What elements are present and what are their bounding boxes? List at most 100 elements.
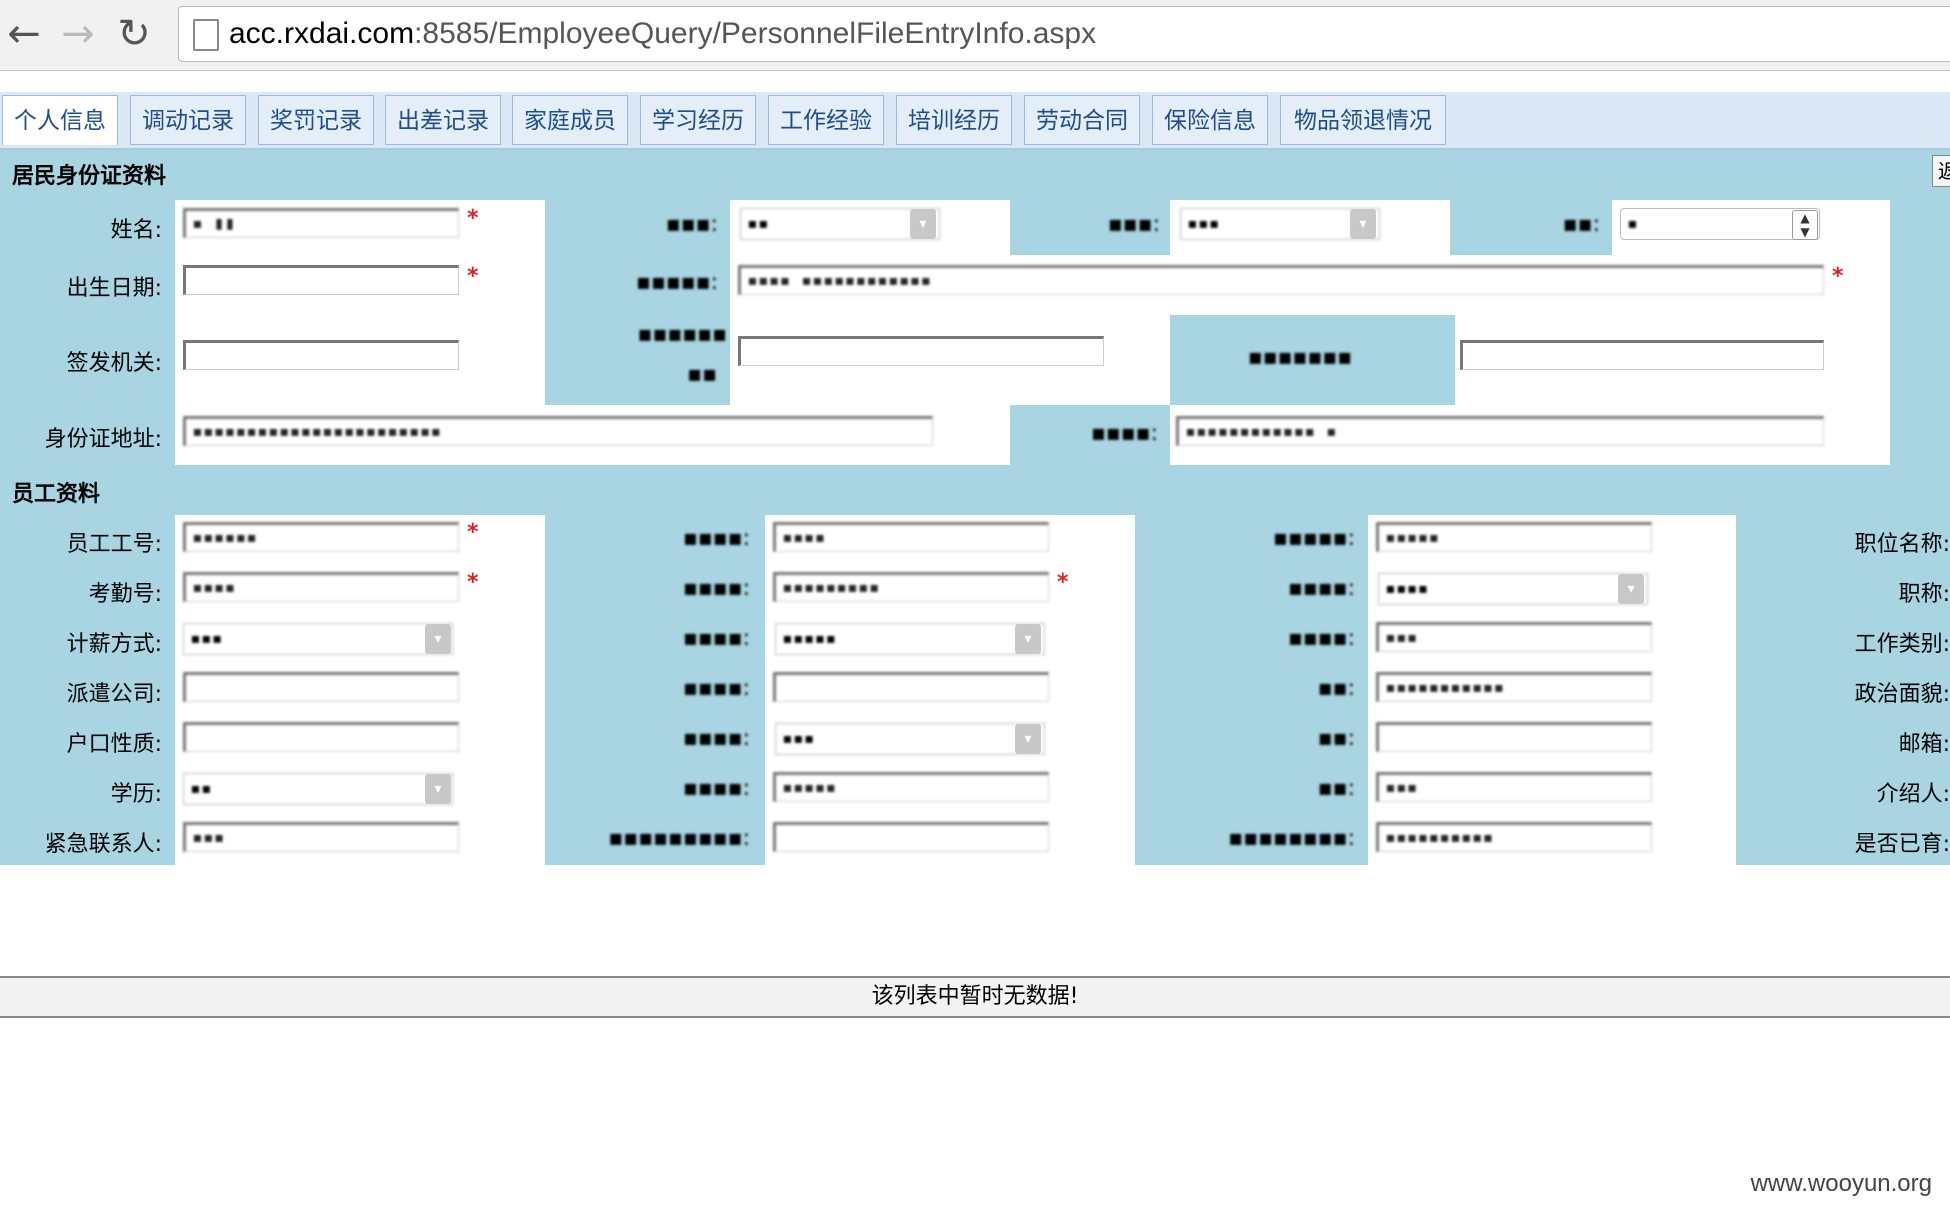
emp-far-label: 职称: — [1898, 582, 1950, 607]
emp-right-field[interactable]: ▪▪▪ — [1376, 622, 1652, 652]
tab-training[interactable]: 培训经历 — [896, 95, 1012, 145]
required-marker: * — [467, 206, 479, 231]
emp-right-select[interactable]: ▪▪▪▪ — [1378, 573, 1648, 605]
emp-left-select[interactable]: ▪▪ — [183, 773, 453, 805]
emp-far-label: 介绍人: — [1876, 782, 1950, 807]
birth-date-label: 出生日期: — [66, 276, 162, 301]
emp-right-field[interactable]: ▪▪▪▪▪▪▪▪▪▪▪ — [1376, 672, 1652, 702]
emp-right-label: ▪▪▪▪▪: — [1273, 526, 1355, 551]
emp-mid-field[interactable] — [773, 672, 1049, 702]
chevron-down-icon[interactable]: ▾ — [1618, 574, 1644, 604]
forward-arrow-icon[interactable]: → — [56, 12, 100, 56]
chevron-down-icon[interactable]: ▾ — [425, 774, 451, 804]
emp-right-field[interactable]: ▪▪▪▪▪ — [1376, 522, 1652, 552]
emp-right-field[interactable]: ▪▪▪ — [1376, 772, 1652, 802]
address-bar[interactable]: acc.rxdai.com:8585/EmployeeQuery/Personn… — [178, 6, 1950, 62]
required-marker: * — [1057, 570, 1069, 595]
tab-personal-info[interactable]: 个人信息 — [2, 95, 118, 145]
marital-select[interactable]: ▪ — [1620, 208, 1820, 240]
marital-label: ▪▪: — [1562, 212, 1600, 237]
section-title-id: 居民身份证资料 — [12, 164, 167, 189]
emp-far-label: 是否已育: — [1854, 832, 1950, 857]
emp-right-label: ▪▪▪▪: — [1287, 626, 1355, 651]
up-down-icon[interactable]: ▲ ▼ — [1792, 210, 1818, 240]
emp-far-label: 政治面貌: — [1854, 682, 1950, 707]
emp-mid-select[interactable]: ▪▪▪ — [775, 723, 1045, 755]
chevron-down-icon[interactable]: ▾ — [1015, 724, 1041, 754]
required-marker: * — [1832, 264, 1844, 289]
tab-items[interactable]: 物品领退情况 — [1280, 95, 1446, 145]
required-marker: * — [467, 520, 479, 545]
emp-mid-label: ▪▪▪▪: — [682, 626, 750, 651]
emp-right-field[interactable]: ▪▪▪▪▪▪▪▪▪▪ — [1376, 822, 1652, 852]
chevron-down-icon[interactable]: ▾ — [1015, 624, 1041, 654]
emp-mid-field[interactable]: ▪▪▪▪▪ — [773, 772, 1049, 802]
url-host: acc.rxdai.com — [229, 17, 415, 50]
tab-labor-contract[interactable]: 劳动合同 — [1024, 95, 1140, 145]
grid-spacer — [0, 866, 1950, 976]
emp-left-field[interactable] — [183, 722, 459, 752]
back-arrow-icon[interactable]: ← — [2, 12, 46, 56]
reload-icon[interactable]: ↻ — [112, 12, 156, 56]
emp-mid-label: ▪▪▪▪▪▪▪▪▪: — [608, 826, 750, 851]
issuer-label: 签发机关: — [66, 351, 162, 376]
gender-label: ▪▪▪: — [665, 212, 718, 237]
tab-business-trips[interactable]: 出差记录 — [385, 95, 501, 145]
valid-to-field[interactable] — [1460, 340, 1824, 370]
required-marker: * — [467, 264, 479, 289]
required-marker: * — [467, 570, 479, 595]
id-address-label: 身份证地址: — [44, 427, 162, 452]
tab-insurance[interactable]: 保险信息 — [1152, 95, 1268, 145]
id-address-field[interactable]: ▪▪▪▪▪▪▪▪▪▪▪▪▪▪▪▪▪▪▪▪▪▪▪ — [183, 416, 933, 446]
emp-left-label: 学历: — [110, 782, 162, 807]
emp-mid-label: ▪▪▪▪: — [682, 526, 750, 551]
issuer-field[interactable] — [183, 340, 459, 370]
watermark: www.wooyun.org — [1750, 1170, 1932, 1197]
valid-from-field[interactable] — [738, 336, 1104, 366]
tab-transfer-records[interactable]: 调动记录 — [130, 95, 246, 145]
current-address-field[interactable]: ▪▪▪▪▪▪▪▪▪▪▪▪ ▪ — [1176, 416, 1824, 446]
chevron-down-icon[interactable]: ▾ — [1350, 209, 1376, 239]
valid-from-label: ▪▪▪▪▪▪ — [637, 322, 727, 347]
emp-mid-field[interactable]: ▪▪▪▪▪▪▪▪▪ — [773, 572, 1049, 602]
empty-grid-message: 该列表中暂时无数据! — [0, 976, 1950, 1018]
valid-from-label-cont: ▪▪ — [687, 362, 717, 387]
emp-right-label: ▪▪▪▪▪▪▪▪: — [1228, 826, 1355, 851]
emp-right-field[interactable] — [1376, 722, 1652, 752]
tab-work-experience[interactable]: 工作经验 — [768, 95, 884, 145]
birth-date-field[interactable] — [183, 265, 459, 295]
emp-mid-label: ▪▪▪▪: — [682, 576, 750, 601]
emp-right-label: ▪▪: — [1317, 776, 1355, 801]
emp-mid-field[interactable] — [773, 822, 1049, 852]
tab-rewards-penalties[interactable]: 奖罚记录 — [258, 95, 374, 145]
emp-left-label: 户口性质: — [66, 732, 162, 757]
emp-far-label: 邮箱: — [1898, 732, 1950, 757]
current-address-label: ▪▪▪▪: — [1090, 421, 1158, 446]
emp-left-label: 计薪方式: — [66, 632, 162, 657]
emp-right-label: ▪▪: — [1317, 726, 1355, 751]
page-icon — [193, 19, 219, 51]
id-number-field[interactable]: ▪▪▪▪ ▪▪▪▪▪▪▪▪▪▪▪▪ — [738, 265, 1824, 295]
marital-value: ▪ — [1627, 213, 1638, 234]
chevron-down-icon[interactable]: ▾ — [910, 209, 936, 239]
return-button[interactable]: 返 — [1932, 155, 1950, 187]
name-field[interactable]: ▪ ▮▮ — [183, 208, 459, 238]
emp-left-select[interactable]: ▪▪▪ — [183, 623, 453, 655]
emp-left-field[interactable] — [183, 672, 459, 702]
emp-left-field[interactable]: ▪▪▪ — [183, 822, 459, 852]
emp-right-label: ▪▪: — [1317, 676, 1355, 701]
browser-toolbar: ← → ↻ acc.rxdai.com:8585/EmployeeQuery/P… — [0, 0, 1950, 71]
emp-left-label: 员工工号: — [66, 532, 162, 557]
emp-far-label: 工作类别: — [1854, 632, 1950, 657]
emp-left-label: 紧急联系人: — [44, 832, 162, 857]
chevron-down-icon[interactable]: ▾ — [425, 624, 451, 654]
emp-left-field[interactable]: ▪▪▪▪▪▪ — [183, 522, 459, 552]
tab-education[interactable]: 学习经历 — [640, 95, 756, 145]
emp-left-label: 派遣公司: — [66, 682, 162, 707]
emp-far-label: 职位名称: — [1854, 532, 1950, 557]
emp-mid-select[interactable]: ▪▪▪▪▪ — [775, 623, 1045, 655]
emp-mid-field[interactable]: ▪▪▪▪ — [773, 522, 1049, 552]
tab-family-members[interactable]: 家庭成员 — [512, 95, 628, 145]
emp-mid-label: ▪▪▪▪: — [682, 776, 750, 801]
emp-left-field[interactable]: ▪▪▪▪ — [183, 572, 459, 602]
